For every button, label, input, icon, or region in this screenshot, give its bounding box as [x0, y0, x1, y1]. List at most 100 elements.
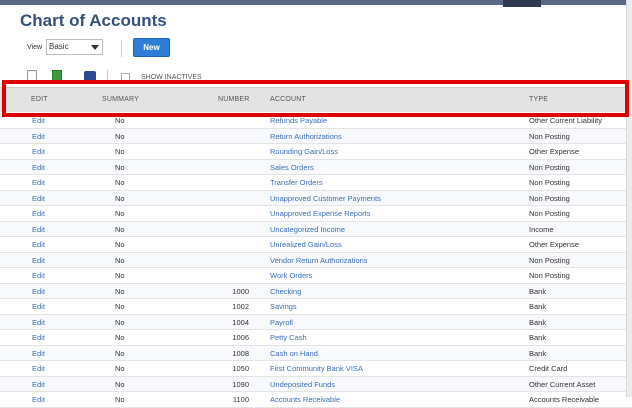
table-row: Edit No 1006 Petty Cash Bank: [0, 330, 632, 346]
edit-link[interactable]: Edit: [32, 240, 45, 249]
type-cell: Non Posting: [529, 193, 570, 203]
edit-link[interactable]: Edit: [32, 380, 45, 389]
type-cell: Non Posting: [529, 271, 570, 280]
type-cell: Other Current Liability: [529, 116, 602, 125]
summary-cell: No: [115, 395, 125, 404]
summary-cell: No: [115, 255, 125, 265]
type-cell: Non Posting: [529, 131, 570, 141]
edit-link[interactable]: Edit: [32, 349, 45, 358]
edit-link[interactable]: Edit: [32, 318, 45, 327]
new-document-icon[interactable]: [27, 70, 37, 82]
summary-cell: No: [115, 240, 125, 249]
summary-cell: No: [115, 224, 125, 234]
page-title: Chart of Accounts: [20, 11, 167, 30]
column-header-edit[interactable]: EDIT: [31, 96, 48, 103]
edit-link[interactable]: Edit: [32, 147, 45, 156]
account-link[interactable]: Vendor Return Authorizations: [270, 256, 368, 265]
account-link[interactable]: Unapproved Customer Payments: [270, 194, 381, 203]
type-cell: Non Posting: [529, 162, 570, 172]
summary-cell: No: [115, 271, 125, 280]
view-select[interactable]: Basic: [46, 39, 103, 55]
edit-link[interactable]: Edit: [32, 395, 45, 404]
edit-link[interactable]: Edit: [32, 287, 45, 296]
account-link[interactable]: Savings: [270, 302, 297, 311]
account-link[interactable]: Rounding Gain/Loss: [270, 147, 338, 156]
account-link[interactable]: Sales Orders: [270, 163, 314, 172]
table-row: Edit No Uncategorized Income Income: [0, 221, 632, 237]
type-cell: Bank: [529, 317, 547, 327]
edit-link[interactable]: Edit: [32, 116, 45, 125]
account-link[interactable]: Work Orders: [270, 271, 312, 280]
table-row: Edit No Sales Orders Non Posting: [0, 159, 632, 175]
summary-cell: No: [115, 209, 125, 218]
edit-link[interactable]: Edit: [32, 178, 45, 187]
table-row: Edit No Return Authorizations Non Posting: [0, 128, 632, 144]
view-label: View: [27, 44, 43, 51]
edit-link[interactable]: Edit: [32, 333, 45, 342]
summary-cell: No: [115, 333, 125, 342]
number-cell: 1004: [232, 317, 249, 327]
account-link[interactable]: Undeposited Funds: [270, 380, 335, 389]
account-link[interactable]: Transfer Orders: [270, 178, 323, 187]
page-edge: [626, 0, 632, 397]
account-link[interactable]: Refunds Payable: [270, 116, 327, 125]
column-header-number[interactable]: NUMBER: [218, 96, 250, 103]
edit-link[interactable]: Edit: [32, 364, 45, 373]
number-cell: 1090: [232, 379, 249, 389]
table-header: EDIT SUMMARY NUMBER ACCOUNT TYPE: [0, 87, 626, 112]
type-cell: Accounts Receivable: [529, 395, 600, 404]
type-cell: Bank: [529, 333, 547, 342]
account-link[interactable]: Petty Cash: [270, 333, 307, 342]
edit-link[interactable]: Edit: [32, 225, 45, 234]
table-row: Edit No Unrealized Gain/Loss Other Expense: [0, 237, 632, 253]
account-link[interactable]: Unrealized Gain/Loss: [270, 240, 342, 249]
print-icon[interactable]: [84, 71, 96, 81]
account-link[interactable]: Checking: [270, 287, 301, 296]
edit-link[interactable]: Edit: [32, 302, 45, 311]
type-cell: Non Posting: [529, 255, 570, 265]
new-button[interactable]: New: [133, 38, 170, 57]
table-row: Edit No Refunds Payable Other Current Liabi…: [0, 113, 632, 129]
table-row: Edit No 1004 Payroll Bank: [0, 314, 632, 330]
summary-cell: No: [115, 317, 125, 327]
edit-link[interactable]: Edit: [32, 163, 45, 172]
type-cell: Bank: [529, 302, 547, 311]
edit-link[interactable]: Edit: [32, 132, 45, 141]
account-link[interactable]: Payroll: [270, 318, 293, 327]
edit-link[interactable]: Edit: [32, 194, 45, 203]
account-link[interactable]: Unapproved Expense Reports: [270, 209, 370, 218]
account-link[interactable]: Cash on Hand: [270, 349, 318, 358]
table-row: Edit No Work Orders Non Posting: [0, 268, 632, 284]
table-row: Edit No 1000 Checking Bank: [0, 283, 632, 299]
number-cell: 1008: [232, 348, 249, 358]
column-header-type[interactable]: TYPE: [529, 96, 548, 103]
summary-cell: No: [115, 302, 125, 311]
account-link[interactable]: Return Authorizations: [270, 132, 342, 141]
accounts-table-body: Edit No Refunds Payable Other Current Liabi…: [0, 113, 632, 408]
type-cell: Non Posting: [529, 178, 570, 187]
number-cell: 1100: [232, 395, 249, 404]
excel-export-icon[interactable]: [52, 70, 62, 82]
summary-cell: No: [115, 162, 125, 172]
show-inactives-label: SHOW INACTIVES: [141, 74, 202, 81]
toolbar-divider: [107, 70, 108, 84]
column-header-account[interactable]: ACCOUNT: [270, 96, 306, 103]
type-cell: Income: [529, 224, 554, 234]
edit-link[interactable]: Edit: [32, 209, 45, 218]
number-cell: 1000: [232, 286, 249, 296]
show-inactives-checkbox[interactable]: [121, 73, 130, 82]
edit-link[interactable]: Edit: [32, 271, 45, 280]
summary-cell: No: [115, 131, 125, 141]
table-row: Edit No 1090 Undeposited Funds Other Current…: [0, 376, 632, 392]
summary-cell: No: [115, 116, 125, 125]
account-link[interactable]: Uncategorized Income: [270, 225, 345, 234]
account-link[interactable]: First Community Bank VISA: [270, 364, 363, 373]
type-cell: Other Expense: [529, 147, 580, 156]
edit-link[interactable]: Edit: [32, 256, 45, 265]
column-header-summary[interactable]: SUMMARY: [102, 96, 139, 103]
chevron-down-icon: [91, 45, 99, 50]
top-accent-tab: [503, 0, 541, 7]
view-select-value: Basic: [49, 42, 69, 51]
type-cell: Other Current Asset: [529, 379, 596, 389]
account-link[interactable]: Accounts Receivable: [270, 395, 340, 404]
